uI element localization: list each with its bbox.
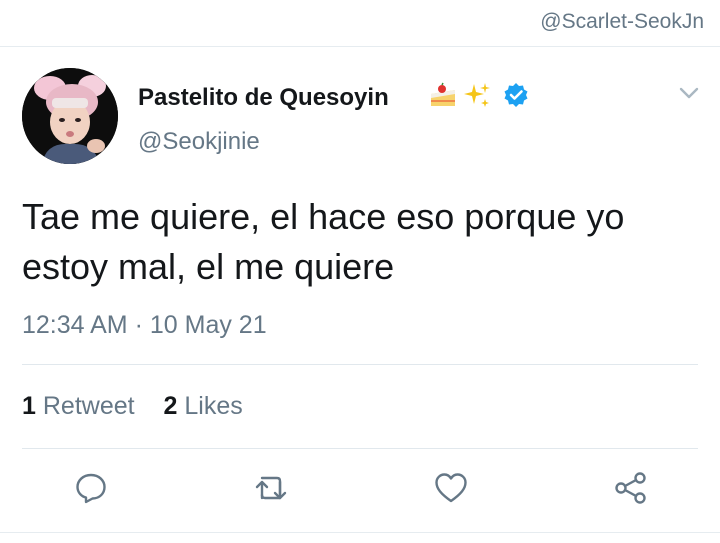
tweet-stats: 1 Retweet 2 Likes xyxy=(22,392,265,421)
tweet-date: 10 May 21 xyxy=(149,311,267,339)
retweet-label: Retweet xyxy=(42,392,135,420)
handle[interactable]: @Seokjinie xyxy=(138,128,260,156)
avatar[interactable] xyxy=(22,68,118,164)
reply-icon[interactable] xyxy=(73,470,109,506)
top-divider xyxy=(0,46,720,47)
likes-stat[interactable]: 2 Likes xyxy=(164,392,243,420)
retweet-stat[interactable]: 1 Retweet xyxy=(22,392,135,420)
timestamp[interactable]: 12:34 AM · 10 May 21 xyxy=(22,311,267,340)
retweet-count: 1 xyxy=(22,392,36,420)
retweet-icon[interactable] xyxy=(253,470,289,506)
watermark: @Scarlet-SeokJn xyxy=(540,10,704,33)
divider xyxy=(22,448,698,449)
bottom-border xyxy=(0,532,720,533)
likes-label: Likes xyxy=(184,392,243,420)
likes-count: 2 xyxy=(163,392,178,420)
display-name[interactable]: Pastelito de Quesoyin xyxy=(138,84,389,112)
tweet-time: 12:34 AM xyxy=(22,311,128,339)
chevron-down-icon[interactable] xyxy=(678,82,700,104)
sparkles-emoji xyxy=(462,80,492,110)
tweet-text: Tae me quiere, el hace eso porque yo est… xyxy=(22,196,625,287)
cake-emoji xyxy=(428,80,458,110)
time-separator: · xyxy=(134,311,143,339)
verified-badge-icon xyxy=(503,82,529,108)
divider xyxy=(22,364,698,365)
heart-icon[interactable] xyxy=(433,470,469,506)
share-icon[interactable] xyxy=(613,470,649,506)
